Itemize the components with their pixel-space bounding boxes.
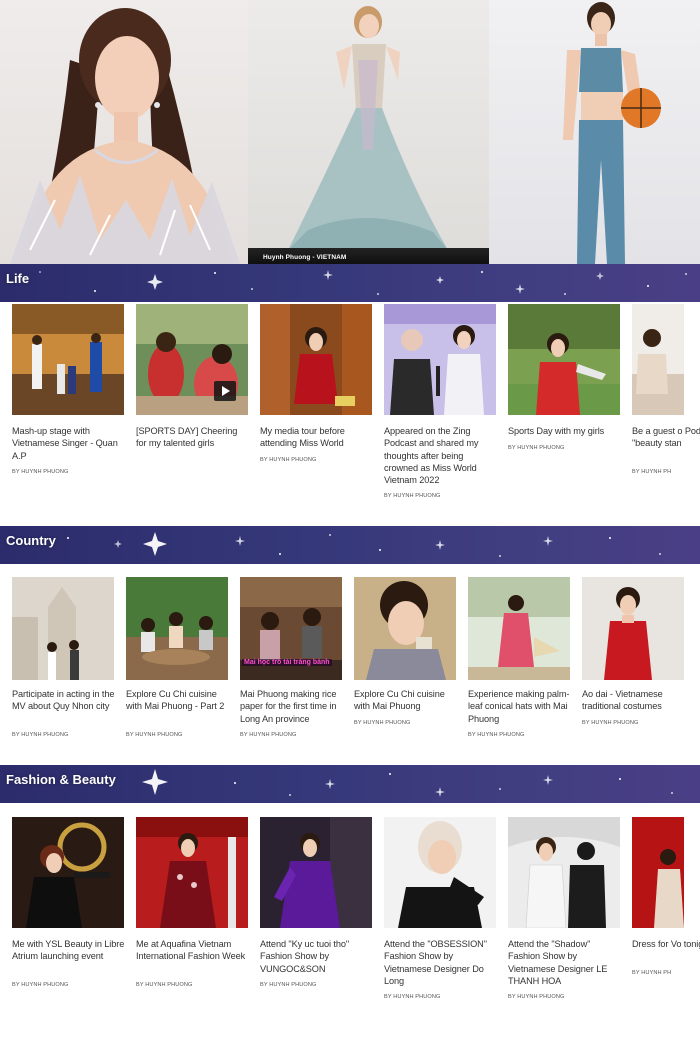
church-scene-illustration <box>12 577 114 680</box>
hero-caption: Huynh Phuong - VIETNAM <box>263 254 347 261</box>
thumbnail-caption: Mai học trổ tài tráng bánh <box>242 659 332 666</box>
card-title[interactable]: Attend the "OBSESSION" Fashion Show by V… <box>384 938 498 987</box>
card-title[interactable]: Be a guest o Podcast - tal "beauty stan <box>632 425 700 450</box>
card-title[interactable]: Explore Cu Chi cuisine with Mai Phuong <box>354 688 462 713</box>
card-thumbnail[interactable] <box>468 577 570 680</box>
card-thumbnail[interactable] <box>12 304 124 415</box>
card-title[interactable]: Experience making palm-leaf conical hats… <box>468 688 576 725</box>
card-author: BY HUYNH PH <box>632 469 672 475</box>
card-title[interactable]: [SPORTS DAY] Cheering for my talented gi… <box>136 425 250 450</box>
obsession-show-illustration <box>384 817 496 928</box>
card-title[interactable]: Attend the "Shadow" Fashion Show by Viet… <box>508 938 622 987</box>
card-author: BY HUYNH PHUONG <box>468 732 525 738</box>
card-title[interactable]: Mash-up stage with Vietnamese Singer - Q… <box>12 425 126 462</box>
media-tour-illustration <box>260 304 372 415</box>
card-author: BY HUYNH PHUONG <box>240 732 297 738</box>
card-fashion-6[interactable]: Dress for Vo tonight ✨ BY HUYNH PH <box>632 817 700 1007</box>
card-author: BY HUYNH PHUONG <box>508 445 565 451</box>
card-author: BY HUYNH PHUONG <box>582 720 639 726</box>
hero-photo-gown[interactable] <box>248 0 489 264</box>
cu-chi-cuisine-illustration <box>126 577 228 680</box>
hero-photo-portrait[interactable] <box>0 0 248 264</box>
card-thumbnail[interactable] <box>508 817 620 928</box>
card-author: BY HUYNH PHUONG <box>126 732 183 738</box>
card-thumbnail[interactable] <box>260 304 372 415</box>
card-title[interactable]: Attend "Ky uc tuoi tho" Fashion Show by … <box>260 938 374 975</box>
card-author: BY HUYNH PHUONG <box>12 732 69 738</box>
card-author: BY HUYNH PHUONG <box>12 469 69 475</box>
card-thumbnail[interactable] <box>12 817 124 928</box>
card-title[interactable]: Me with YSL Beauty in Libre Atrium launc… <box>12 938 126 963</box>
card-thumbnail[interactable] <box>508 304 620 415</box>
section-title-life: Life <box>6 271 30 286</box>
card-author: BY HUYNH PHUONG <box>136 982 193 988</box>
hero-gallery: Huynh Phuong - VIETNAM <box>0 0 700 264</box>
card-author: BY HUYNH PHUONG <box>384 994 441 1000</box>
fashion-week-illustration <box>136 817 248 928</box>
red-dress-illustration <box>632 817 684 928</box>
card-thumbnail[interactable] <box>384 304 496 415</box>
podcast-guest-illustration <box>632 304 684 415</box>
card-author: BY HUYNH PHUONG <box>508 994 565 1000</box>
card-thumbnail[interactable] <box>632 817 684 928</box>
card-thumbnail[interactable] <box>12 577 114 680</box>
card-title[interactable]: My media tour before attending Miss Worl… <box>260 425 374 450</box>
card-title[interactable]: Ao dai - Vietnamese traditional costumes <box>582 688 690 713</box>
hero-portrait-illustration <box>10 8 240 264</box>
conical-hat-illustration <box>468 577 570 680</box>
card-thumbnail[interactable] <box>136 304 248 415</box>
card-title[interactable]: Sports Day with my girls <box>508 425 622 437</box>
section-banner-fashion-beauty: Fashion & Beauty <box>0 765 700 803</box>
stage-photo-illustration <box>12 304 124 415</box>
card-thumbnail[interactable] <box>632 304 684 415</box>
section-banner-country: Country <box>0 526 700 564</box>
card-thumbnail[interactable] <box>582 577 684 680</box>
card-row-life: Mash-up stage with Vietnamese Singer - Q… <box>0 304 700 514</box>
section-title-fashion-beauty: Fashion & Beauty <box>6 772 116 787</box>
card-title[interactable]: Explore Cu Chi cuisine with Mai Phuong -… <box>126 688 234 713</box>
section-title-country: Country <box>6 533 56 548</box>
hero-gown-illustration <box>248 6 489 264</box>
section-banner-life: Life <box>0 264 700 302</box>
card-title[interactable]: Mai Phuong making rice paper for the fir… <box>240 688 348 725</box>
card-thumbnail[interactable] <box>136 817 248 928</box>
card-title[interactable]: Dress for Vo tonight ✨ <box>632 938 700 950</box>
card-thumbnail[interactable] <box>126 577 228 680</box>
card-row-country: Participate in acting in the MV about Qu… <box>0 577 700 747</box>
card-title[interactable]: Appeared on the Zing Podcast and shared … <box>384 425 498 486</box>
hero-sport-illustration <box>563 2 661 264</box>
card-thumbnail[interactable] <box>260 817 372 928</box>
eating-closeup-illustration <box>354 577 456 680</box>
card-author: BY HUYNH PH <box>632 970 672 976</box>
stars-decoration <box>39 270 687 295</box>
card-thumbnail[interactable] <box>354 577 456 680</box>
ao-dai-illustration <box>582 577 684 680</box>
card-author: BY HUYNH PHUONG <box>260 982 317 988</box>
stars-decoration <box>67 532 661 557</box>
card-author: BY HUYNH PHUONG <box>12 982 69 988</box>
card-title[interactable]: Me at Aquafina Vietnam International Fas… <box>136 938 250 963</box>
purple-gown-illustration <box>260 817 372 928</box>
play-video-icon[interactable] <box>214 381 236 401</box>
card-author: BY HUYNH PHUONG <box>354 720 411 726</box>
card-row-fashion-beauty: Me with YSL Beauty in Libre Atrium launc… <box>0 817 700 1007</box>
ysl-event-illustration <box>12 817 124 928</box>
card-author: BY HUYNH PHUONG <box>384 493 441 499</box>
card-author: BY HUYNH PHUONG <box>260 457 317 463</box>
sports-field-illustration <box>508 304 620 415</box>
podcast-illustration <box>384 304 496 415</box>
card-life-6[interactable]: Be a guest o Podcast - tal "beauty stan … <box>632 304 700 514</box>
card-title[interactable]: Participate in acting in the MV about Qu… <box>12 688 120 713</box>
card-thumbnail[interactable]: Mai học trổ tài tráng bánh <box>240 577 342 680</box>
shadow-show-illustration <box>508 817 620 928</box>
hero-photo-sport[interactable] <box>489 0 700 264</box>
card-thumbnail[interactable] <box>384 817 496 928</box>
